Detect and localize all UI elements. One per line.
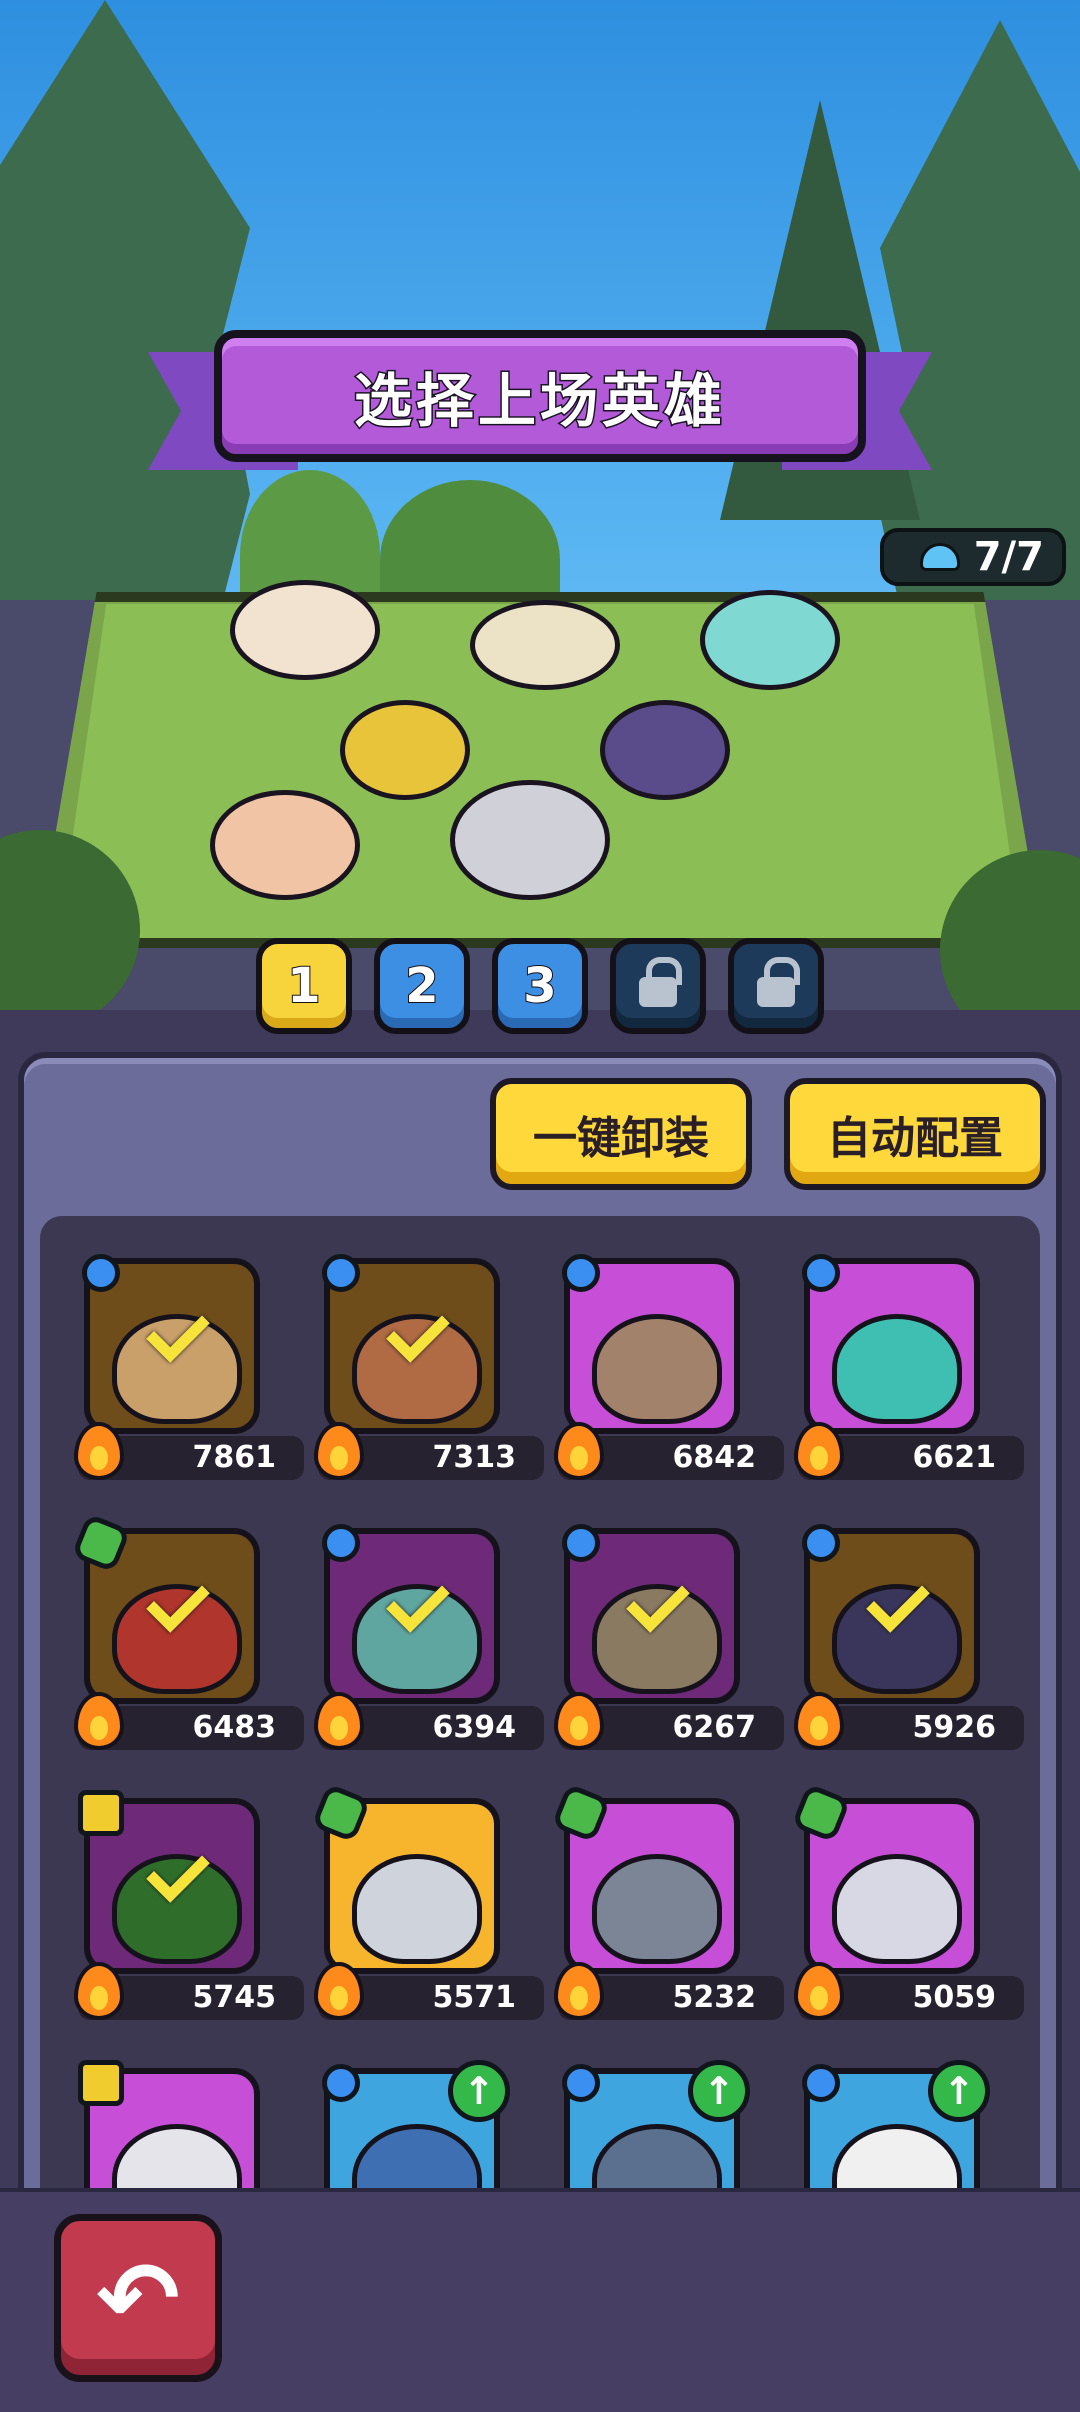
class-badge-icon xyxy=(308,1510,374,1576)
team-tab-5-locked[interactable] xyxy=(728,938,824,1034)
upgrade-arrow-icon: ↑ xyxy=(688,2060,750,2122)
hero-power-value: 5059 xyxy=(912,1980,997,2015)
hero-power-value: 7313 xyxy=(432,1440,517,1475)
hero-card[interactable]: 6483 xyxy=(68,1510,308,1760)
hero-face xyxy=(832,1314,962,1424)
upgrade-arrow-icon: ↑ xyxy=(928,2060,990,2122)
field-hero-robot[interactable] xyxy=(450,780,610,900)
power-bar: 6483 xyxy=(74,1692,304,1750)
class-badge-icon xyxy=(68,1510,134,1576)
hero-power-value: 6621 xyxy=(912,1440,997,1475)
team-tab-label: 1 xyxy=(286,957,321,1015)
hero-power-value: 6483 xyxy=(192,1710,277,1745)
hero-power-value: 5926 xyxy=(912,1710,997,1745)
title-banner: 选择上场英雄 xyxy=(214,330,866,462)
hero-power-value: 6267 xyxy=(672,1710,757,1745)
hero-power-value: 6394 xyxy=(432,1710,517,1745)
hero-card[interactable]: 6842 xyxy=(548,1240,788,1490)
hero-card[interactable]: 7313 xyxy=(308,1240,548,1490)
power-bar: 5745 xyxy=(74,1962,304,2020)
lock-icon xyxy=(639,957,682,1007)
hero-card[interactable]: 6621 xyxy=(788,1240,1028,1490)
power-bar: 5571 xyxy=(314,1962,544,2020)
field-hero-squid[interactable] xyxy=(230,580,380,680)
capacity-value: 7/7 xyxy=(973,534,1044,580)
battle-scene: 选择上场英雄 7/7 xyxy=(0,0,1080,1010)
team-tab-1[interactable]: 1 xyxy=(256,938,352,1034)
class-badge-icon xyxy=(548,1780,614,1846)
power-bar: 6267 xyxy=(554,1692,784,1750)
class-badge-icon xyxy=(548,1510,614,1576)
upgrade-arrow-icon: ↑ xyxy=(448,2060,510,2122)
hero-face xyxy=(832,1854,962,1964)
class-badge-icon xyxy=(308,1240,374,1306)
back-button[interactable]: ↶ xyxy=(54,2214,222,2382)
hero-card[interactable]: 6394 xyxy=(308,1510,548,1760)
team-selector: 1 2 3 xyxy=(0,938,1080,1034)
class-badge-icon xyxy=(788,1510,854,1576)
power-bar: 6842 xyxy=(554,1422,784,1480)
hero-power-value: 6842 xyxy=(672,1440,757,1475)
power-bar: 7313 xyxy=(314,1422,544,1480)
class-badge-icon xyxy=(548,1240,614,1306)
class-badge-icon xyxy=(788,1780,854,1846)
class-badge-icon xyxy=(68,2050,134,2116)
hero-face xyxy=(592,1854,722,1964)
hero-power-value: 5571 xyxy=(432,1980,517,2015)
hero-power-value: 5232 xyxy=(672,1980,757,2015)
hero-card[interactable]: 5926 xyxy=(788,1510,1028,1760)
power-bar: 6394 xyxy=(314,1692,544,1750)
hero-card[interactable]: 5232 xyxy=(548,1780,788,2030)
hero-card[interactable]: 5745 xyxy=(68,1780,308,2030)
field-hero-archer[interactable] xyxy=(340,700,470,800)
hero-card[interactable]: 5059 xyxy=(788,1780,1028,2030)
field-hero-bunny[interactable] xyxy=(700,590,840,690)
team-tab-4-locked[interactable] xyxy=(610,938,706,1034)
power-bar: 7861 xyxy=(74,1422,304,1480)
auto-config-button[interactable]: 自动配置 xyxy=(784,1078,1046,1190)
hero-face xyxy=(592,1314,722,1424)
class-badge-icon xyxy=(68,1240,134,1306)
hero-card[interactable]: 5571 xyxy=(308,1780,548,2030)
unequip-all-button[interactable]: 一键卸装 xyxy=(490,1078,752,1190)
power-bar: 5059 xyxy=(794,1962,1024,2020)
hero-card[interactable]: 6267 xyxy=(548,1510,788,1760)
class-badge-icon xyxy=(788,1240,854,1306)
class-badge-icon xyxy=(308,2050,374,2116)
power-bar: 6621 xyxy=(794,1422,1024,1480)
team-capacity: 7/7 xyxy=(880,528,1066,586)
helmet-icon xyxy=(919,543,960,571)
hero-power-value: 7861 xyxy=(192,1440,277,1475)
field-hero-knight[interactable] xyxy=(600,700,730,800)
class-badge-icon xyxy=(548,2050,614,2116)
hero-face xyxy=(352,1854,482,1964)
field-hero-mummy[interactable] xyxy=(470,600,620,690)
hero-power-value: 5745 xyxy=(192,1980,277,2015)
class-badge-icon xyxy=(788,2050,854,2116)
power-bar: 5232 xyxy=(554,1962,784,2020)
power-bar: 5926 xyxy=(794,1692,1024,1750)
team-tab-label: 2 xyxy=(404,957,439,1015)
page-title: 选择上场英雄 xyxy=(352,366,726,437)
back-arrow-icon: ↶ xyxy=(96,2239,180,2357)
team-tab-label: 3 xyxy=(522,957,557,1015)
class-badge-icon xyxy=(308,1780,374,1846)
team-tab-3[interactable]: 3 xyxy=(492,938,588,1034)
field-hero-mage[interactable] xyxy=(210,790,360,900)
class-badge-icon xyxy=(68,1780,134,1846)
hero-card[interactable]: 7861 xyxy=(68,1240,308,1490)
team-tab-2[interactable]: 2 xyxy=(374,938,470,1034)
lock-icon xyxy=(757,957,800,1007)
